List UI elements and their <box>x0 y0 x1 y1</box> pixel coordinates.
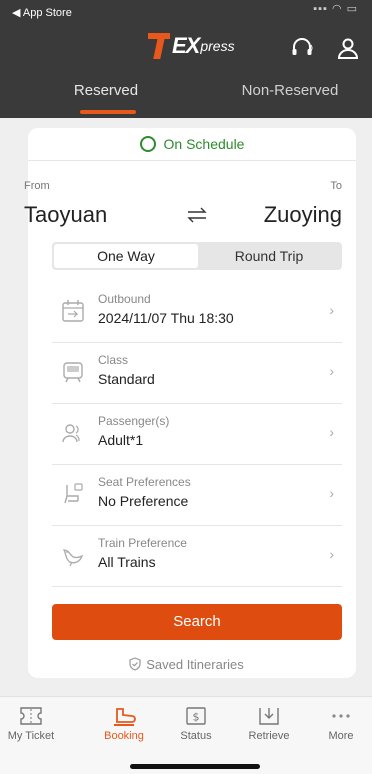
nav-my-ticket-label: My Ticket <box>7 730 55 742</box>
passengers-row[interactable]: Passenger(s) Adult*1 › <box>52 404 342 465</box>
active-tab-indicator <box>80 110 136 114</box>
booking-icon <box>114 708 136 726</box>
to-label: To <box>330 180 342 192</box>
logo-ex: EX <box>172 33 200 58</box>
bottom-navigation: My Ticket Booking $ Status Retrieve More <box>0 696 372 774</box>
calendar-icon <box>62 300 84 322</box>
status-icon: $ <box>186 707 206 725</box>
logo-press: press <box>200 38 235 54</box>
nav-more[interactable]: More <box>310 705 372 742</box>
nav-my-ticket[interactable]: My Ticket <box>0 705 62 742</box>
customer-service-icon[interactable] <box>290 36 314 60</box>
seat-icon <box>64 483 83 504</box>
ticket-icon <box>20 707 42 725</box>
nav-status-label: Status <box>180 730 212 742</box>
schedule-status: On Schedule <box>28 128 356 161</box>
class-value: Standard <box>98 371 155 387</box>
outbound-value: 2024/11/07 Thu 18:30 <box>98 310 234 326</box>
user-icon[interactable] <box>336 36 360 60</box>
passengers-value: Adult*1 <box>98 432 144 448</box>
more-icon <box>332 714 350 718</box>
tab-non-reserved[interactable]: Non-Reserved <box>230 76 350 116</box>
one-way-option[interactable]: One Way <box>54 244 198 268</box>
nav-retrieve[interactable]: Retrieve <box>238 705 300 742</box>
back-to-app-store[interactable]: ◀ App Store <box>12 6 72 19</box>
shield-check-icon <box>129 657 141 671</box>
outbound-title: Outbound <box>98 292 151 306</box>
seat-preferences-value: No Preference <box>98 493 189 509</box>
on-schedule-icon <box>139 136 156 152</box>
saved-itineraries-label: Saved Itineraries <box>146 656 244 672</box>
status-indicators: ▪▪▪ ◠ ▭ <box>313 3 358 15</box>
class-row[interactable]: Class Standard › <box>52 343 342 404</box>
bird-icon <box>62 549 84 567</box>
nav-more-label: More <box>328 730 354 742</box>
schedule-status-text: On Schedule <box>163 136 245 152</box>
chevron-right-icon: › <box>329 424 334 440</box>
passengers-icon <box>62 424 80 443</box>
outbound-row[interactable]: Outbound 2024/11/07 Thu 18:30 › <box>52 282 342 343</box>
search-button[interactable]: Search <box>52 604 342 640</box>
nav-booking[interactable]: Booking <box>93 705 155 742</box>
train-class-icon <box>63 362 83 383</box>
svg-text:$: $ <box>193 711 200 724</box>
class-title: Class <box>98 353 129 367</box>
round-trip-option[interactable]: Round Trip <box>198 244 340 268</box>
nav-retrieve-label: Retrieve <box>248 730 290 742</box>
texpress-logo: EX press <box>148 30 235 62</box>
retrieve-icon <box>259 708 279 725</box>
trip-type-selector: One Way Round Trip <box>52 242 342 270</box>
train-preference-value: All Trains <box>98 554 156 570</box>
chevron-right-icon: › <box>329 485 334 501</box>
seat-preferences-row[interactable]: Seat Preferences No Preference › <box>52 465 342 526</box>
chevron-right-icon: › <box>329 546 334 562</box>
passengers-title: Passenger(s) <box>98 414 170 428</box>
origin-station[interactable]: Taoyuan <box>24 202 107 228</box>
logo-t-mark <box>148 33 170 59</box>
booking-tabs: Reserved Non-Reserved <box>0 76 372 116</box>
chevron-right-icon: › <box>329 363 334 379</box>
nav-status[interactable]: $ Status <box>165 705 227 742</box>
destination-station[interactable]: Zuoying <box>264 202 342 228</box>
seat-preferences-title: Seat Preferences <box>98 475 191 489</box>
home-indicator <box>130 764 260 769</box>
nav-booking-label: Booking <box>104 730 144 742</box>
chevron-right-icon: › <box>329 302 334 318</box>
train-preference-row[interactable]: Train Preference All Trains › <box>52 526 342 587</box>
from-label: From <box>24 180 50 192</box>
swap-stations-icon[interactable] <box>186 206 208 224</box>
app-header: ◀ App Store ▪▪▪ ◠ ▭ EX press Reserved Non… <box>0 0 372 118</box>
saved-itineraries-link[interactable]: Saved Itineraries <box>0 655 372 673</box>
train-preference-title: Train Preference <box>98 536 187 550</box>
